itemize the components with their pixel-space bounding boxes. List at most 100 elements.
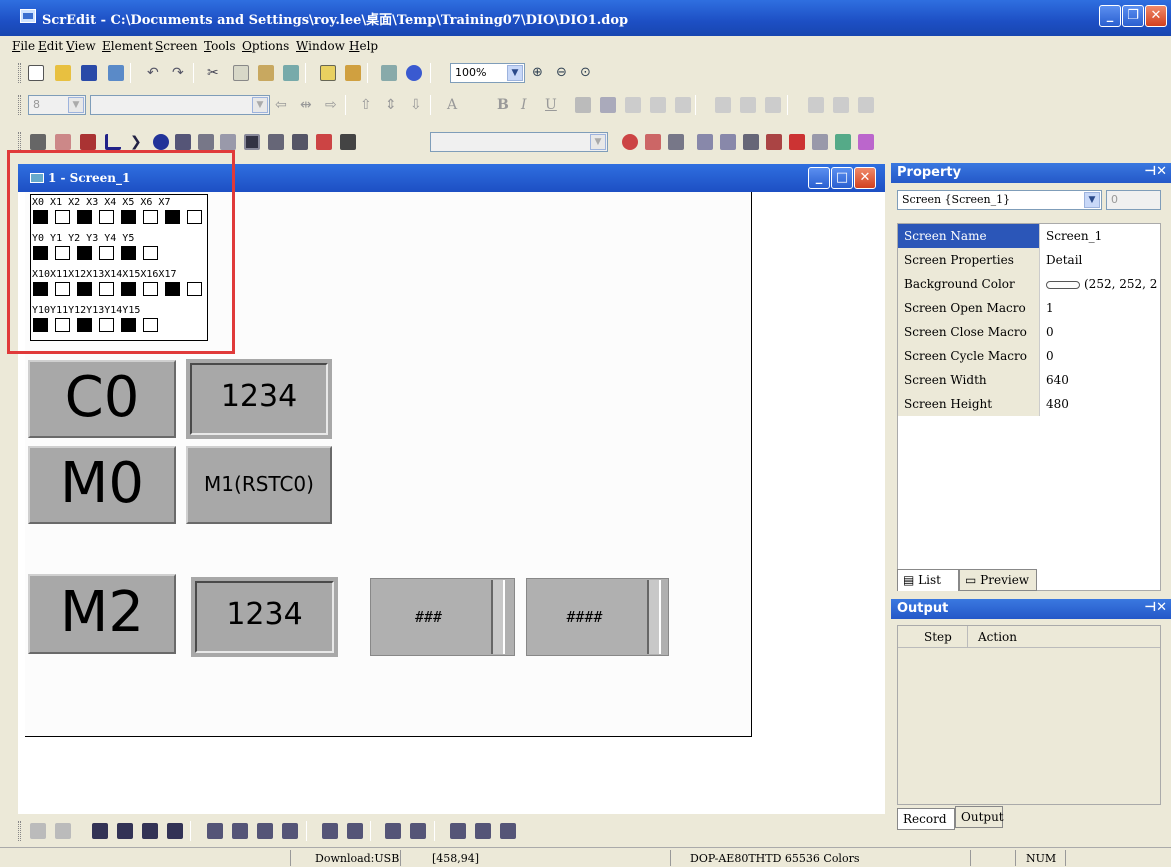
bring-forward-icon[interactable] bbox=[142, 823, 158, 839]
property-value[interactable]: Screen_1 bbox=[1040, 224, 1160, 248]
align-top-icon[interactable]: ⇧ bbox=[360, 97, 376, 113]
align-right-icon[interactable]: ⇨ bbox=[325, 97, 341, 113]
simulate-icon[interactable] bbox=[812, 134, 828, 150]
screen-icon[interactable] bbox=[320, 65, 336, 81]
property-row[interactable]: Screen Height 480 bbox=[898, 392, 1160, 416]
element-select[interactable]: ▼ bbox=[430, 132, 608, 152]
toolbar-grip[interactable] bbox=[18, 95, 21, 115]
property-value[interactable]: Detail bbox=[1040, 248, 1160, 272]
m1-rstc0-button[interactable]: M1(RSTC0) bbox=[186, 446, 332, 524]
property-row[interactable]: Background Color (252, 252, 2 bbox=[898, 272, 1160, 296]
find-icon[interactable] bbox=[283, 65, 299, 81]
property-row[interactable]: Screen Width 640 bbox=[898, 368, 1160, 392]
palette-icon[interactable] bbox=[858, 134, 874, 150]
tab-output[interactable]: Output bbox=[955, 806, 1004, 828]
undo-icon[interactable]: ↶ bbox=[147, 65, 163, 81]
save-icon[interactable] bbox=[81, 65, 97, 81]
forward-icon[interactable] bbox=[720, 134, 736, 150]
send-backward-icon[interactable] bbox=[167, 823, 183, 839]
spacing-icon[interactable] bbox=[650, 97, 666, 113]
bold-icon[interactable]: B bbox=[497, 97, 513, 113]
display-element-icon[interactable] bbox=[198, 134, 214, 150]
m0-button[interactable]: M0 bbox=[28, 446, 176, 524]
align-icon[interactable] bbox=[282, 823, 298, 839]
tab-list[interactable]: ▤ List bbox=[897, 569, 959, 591]
property-value[interactable]: 480 bbox=[1040, 392, 1160, 416]
calendar-icon[interactable] bbox=[743, 134, 759, 150]
lamp-element-icon[interactable] bbox=[153, 134, 169, 150]
property-object-select[interactable]: Screen {Screen_1} ▼ bbox=[897, 190, 1102, 210]
compile-icon[interactable] bbox=[622, 134, 638, 150]
chevron-down-icon[interactable]: ▼ bbox=[507, 65, 523, 81]
help-icon[interactable] bbox=[406, 65, 422, 81]
same-width-icon[interactable] bbox=[450, 823, 466, 839]
print-icon[interactable] bbox=[381, 65, 397, 81]
tab-preview[interactable]: ▭ Preview bbox=[959, 569, 1037, 591]
paste-icon[interactable] bbox=[258, 65, 274, 81]
meter-element-icon[interactable] bbox=[55, 134, 71, 150]
layout-icon[interactable] bbox=[715, 97, 731, 113]
menu-element[interactable]: Element bbox=[102, 39, 153, 53]
underline-icon[interactable]: U bbox=[545, 97, 561, 113]
minimize-button[interactable]: _ bbox=[1099, 5, 1121, 27]
export-icon[interactable] bbox=[108, 65, 124, 81]
image-element-icon[interactable] bbox=[175, 134, 191, 150]
distribute-icon[interactable] bbox=[675, 97, 691, 113]
col-step[interactable]: Step bbox=[898, 626, 968, 647]
align-middle-icon[interactable]: ⇕ bbox=[385, 97, 401, 113]
zoom-in-icon[interactable]: ⊕ bbox=[532, 65, 548, 81]
numeric-input-2[interactable]: #### bbox=[526, 578, 669, 656]
font-color-icon[interactable]: A bbox=[447, 97, 463, 113]
alarm-element-icon[interactable] bbox=[316, 134, 332, 150]
output-list[interactable]: Step Action bbox=[897, 625, 1161, 805]
property-value[interactable]: 640 bbox=[1040, 368, 1160, 392]
redo-icon[interactable]: ↷ bbox=[172, 65, 188, 81]
align-icon[interactable] bbox=[207, 823, 223, 839]
input-element-icon[interactable] bbox=[220, 134, 236, 150]
zoom-select[interactable]: 100% ▼ bbox=[450, 63, 525, 83]
chevron-down-icon[interactable]: ▼ bbox=[252, 97, 268, 113]
send-back-icon[interactable] bbox=[117, 823, 133, 839]
bar-element-icon[interactable] bbox=[80, 134, 96, 150]
back-icon[interactable] bbox=[697, 134, 713, 150]
menu-view[interactable]: View bbox=[66, 39, 96, 53]
menu-options[interactable]: Options bbox=[242, 39, 289, 53]
group-icon[interactable] bbox=[30, 823, 46, 839]
font-name-select[interactable]: ▼ bbox=[90, 95, 270, 115]
menu-window[interactable]: Window bbox=[296, 39, 345, 53]
child-minimize-button[interactable]: _ bbox=[808, 167, 830, 189]
upload-icon[interactable] bbox=[766, 134, 782, 150]
close-button[interactable]: ✕ bbox=[1145, 5, 1167, 27]
layout-icon[interactable] bbox=[833, 97, 849, 113]
table-element-icon[interactable] bbox=[268, 134, 284, 150]
numeric-input-1[interactable]: ### bbox=[370, 578, 515, 656]
download-icon[interactable] bbox=[645, 134, 661, 150]
child-close-button[interactable]: ✕ bbox=[854, 167, 876, 189]
property-spin[interactable]: 0 bbox=[1106, 190, 1161, 210]
button-element-icon[interactable] bbox=[30, 134, 46, 150]
line-color-icon[interactable] bbox=[575, 97, 591, 113]
screens-icon[interactable] bbox=[345, 65, 361, 81]
align-bottom-icon[interactable]: ⇩ bbox=[410, 97, 426, 113]
space-v-icon[interactable] bbox=[410, 823, 426, 839]
chevron-down-icon[interactable]: ▼ bbox=[1084, 192, 1100, 208]
copy-icon[interactable] bbox=[233, 65, 249, 81]
trend-element-icon[interactable] bbox=[105, 134, 121, 150]
property-row[interactable]: Screen Cycle Macro 0 bbox=[898, 344, 1160, 368]
fill-color-icon[interactable] bbox=[600, 97, 616, 113]
cut-icon[interactable]: ✂ bbox=[207, 65, 223, 81]
same-size-icon[interactable] bbox=[500, 823, 516, 839]
property-value[interactable]: 0 bbox=[1040, 344, 1160, 368]
property-row[interactable]: Screen Close Macro 0 bbox=[898, 320, 1160, 344]
toolbar-grip[interactable] bbox=[18, 821, 21, 841]
numeric-display-2[interactable]: 1234 bbox=[191, 577, 338, 657]
bring-front-icon[interactable] bbox=[92, 823, 108, 839]
toolbar-grip[interactable] bbox=[18, 63, 21, 83]
menu-edit[interactable]: Edit bbox=[38, 39, 63, 53]
layout-icon[interactable] bbox=[858, 97, 874, 113]
pin-close-icon[interactable]: ⊣✕ bbox=[1144, 164, 1167, 179]
align-icon[interactable] bbox=[232, 823, 248, 839]
same-height-icon[interactable] bbox=[475, 823, 491, 839]
center-v-icon[interactable] bbox=[347, 823, 363, 839]
property-row[interactable]: Screen Name Screen_1 bbox=[898, 224, 1160, 248]
